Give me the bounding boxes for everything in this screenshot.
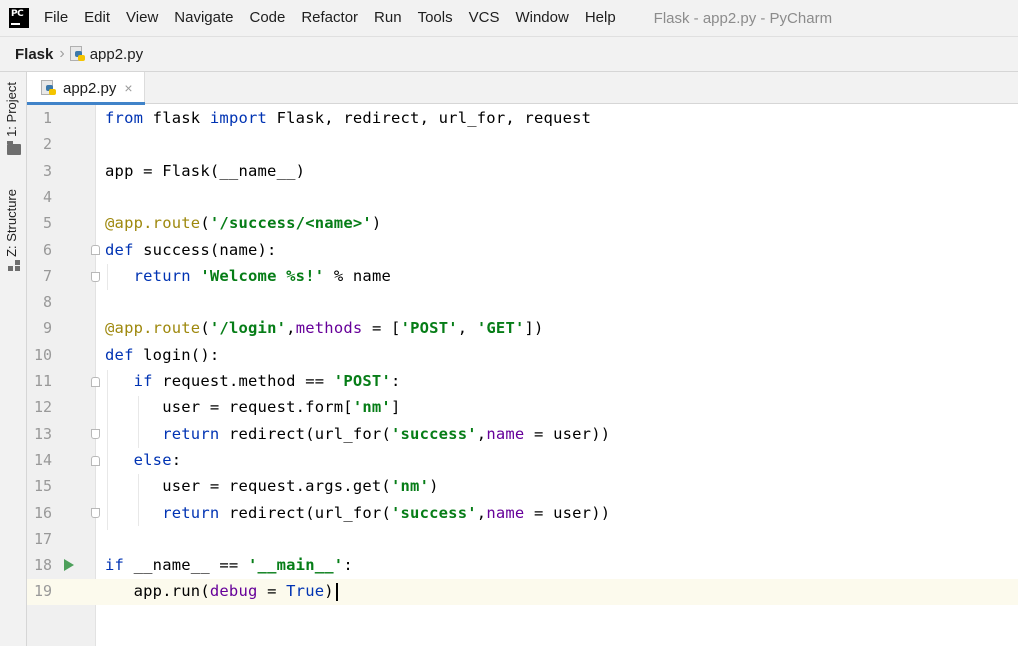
python-file-icon (69, 46, 86, 62)
line-number[interactable]: 16 (27, 500, 52, 526)
line-number[interactable]: 4 (27, 184, 52, 210)
editor-tab-label: app2.py (63, 79, 117, 97)
pycharm-logo-icon: PC (9, 8, 29, 28)
line-number[interactable]: 3 (27, 158, 52, 184)
menu-window[interactable]: Window (507, 0, 576, 36)
code-line[interactable]: app = Flask(__name__) (105, 158, 305, 184)
project-tool-tab[interactable]: 1: Project (4, 82, 19, 137)
fold-marker-icon[interactable] (91, 456, 100, 466)
menu-code[interactable]: Code (241, 0, 293, 36)
structure-icon[interactable] (8, 260, 21, 272)
editor-tab-bar: app2.py × (27, 72, 1018, 105)
structure-tool-tab[interactable]: Z: Structure (4, 189, 19, 257)
window-title: Flask - app2.py - PyCharm (653, 9, 833, 27)
menu-help[interactable]: Help (577, 0, 624, 36)
code-line[interactable]: return redirect(url_for('success',name =… (105, 500, 610, 526)
code-line[interactable]: if request.method == 'POST': (105, 368, 401, 394)
code-line[interactable]: else: (105, 447, 181, 473)
editor-tab-app2[interactable]: app2.py × (27, 72, 145, 105)
code-line[interactable]: def success(name): (105, 237, 277, 263)
code-line[interactable]: if __name__ == '__main__': (105, 552, 353, 578)
menu-navigate[interactable]: Navigate (166, 0, 241, 36)
breadcrumb-project[interactable]: Flask (15, 46, 53, 63)
menu-view[interactable]: View (118, 0, 166, 36)
chevron-right-icon: › (59, 45, 65, 62)
python-file-icon (41, 80, 57, 96)
fold-marker-icon[interactable] (91, 377, 100, 387)
breadcrumb: Flask › app2.py (0, 36, 1018, 72)
code-line[interactable]: return redirect(url_for('success',name =… (105, 421, 610, 447)
line-number[interactable]: 13 (27, 421, 52, 447)
folder-icon[interactable] (7, 141, 21, 155)
fold-marker-icon[interactable] (91, 245, 100, 255)
menu-run[interactable]: Run (366, 0, 410, 36)
menu-file[interactable]: File (36, 0, 76, 36)
line-number[interactable]: 1 (27, 105, 52, 131)
code-line[interactable]: user = request.form['nm'] (105, 394, 401, 420)
menu-refactor[interactable]: Refactor (293, 0, 366, 36)
code-line[interactable]: def login(): (105, 342, 219, 368)
menu-tools[interactable]: Tools (410, 0, 461, 36)
line-number[interactable]: 10 (27, 342, 52, 368)
code-line[interactable]: from flask import Flask, redirect, url_f… (105, 105, 591, 131)
code-line[interactable]: @app.route('/success/<name>') (105, 210, 381, 236)
tool-window-stripe: 1: Project Z: Structure (0, 72, 27, 646)
line-number[interactable]: 8 (27, 289, 52, 315)
menu-vcs[interactable]: VCS (461, 0, 508, 36)
text-caret (335, 582, 338, 601)
menu-bar: PC File Edit View Navigate Code Refactor… (0, 0, 1018, 36)
breadcrumb-file[interactable]: app2.py (90, 46, 143, 63)
line-number[interactable]: 9 (27, 315, 52, 341)
line-number[interactable]: 14 (27, 447, 52, 473)
line-number[interactable]: 12 (27, 394, 52, 420)
run-icon[interactable] (64, 559, 74, 571)
fold-marker-icon[interactable] (91, 272, 100, 282)
code-line[interactable]: app.run(debug = True) (105, 578, 338, 604)
menu-edit[interactable]: Edit (76, 0, 118, 36)
line-number[interactable]: 11 (27, 368, 52, 394)
line-number[interactable]: 17 (27, 526, 52, 552)
line-number[interactable]: 6 (27, 237, 52, 263)
fold-marker-icon[interactable] (91, 508, 100, 518)
line-number[interactable]: 7 (27, 263, 52, 289)
line-number[interactable]: 5 (27, 210, 52, 236)
line-number[interactable]: 18 (27, 552, 52, 578)
close-icon[interactable]: × (124, 80, 132, 96)
line-number[interactable]: 15 (27, 473, 52, 499)
line-number[interactable]: 2 (27, 131, 52, 157)
fold-marker-icon[interactable] (91, 429, 100, 439)
line-number[interactable]: 19 (27, 578, 52, 604)
code-line[interactable]: @app.route('/login',methods = ['POST', '… (105, 315, 544, 341)
code-line[interactable]: user = request.args.get('nm') (105, 473, 439, 499)
code-line[interactable]: return 'Welcome %s!' % name (105, 263, 391, 289)
